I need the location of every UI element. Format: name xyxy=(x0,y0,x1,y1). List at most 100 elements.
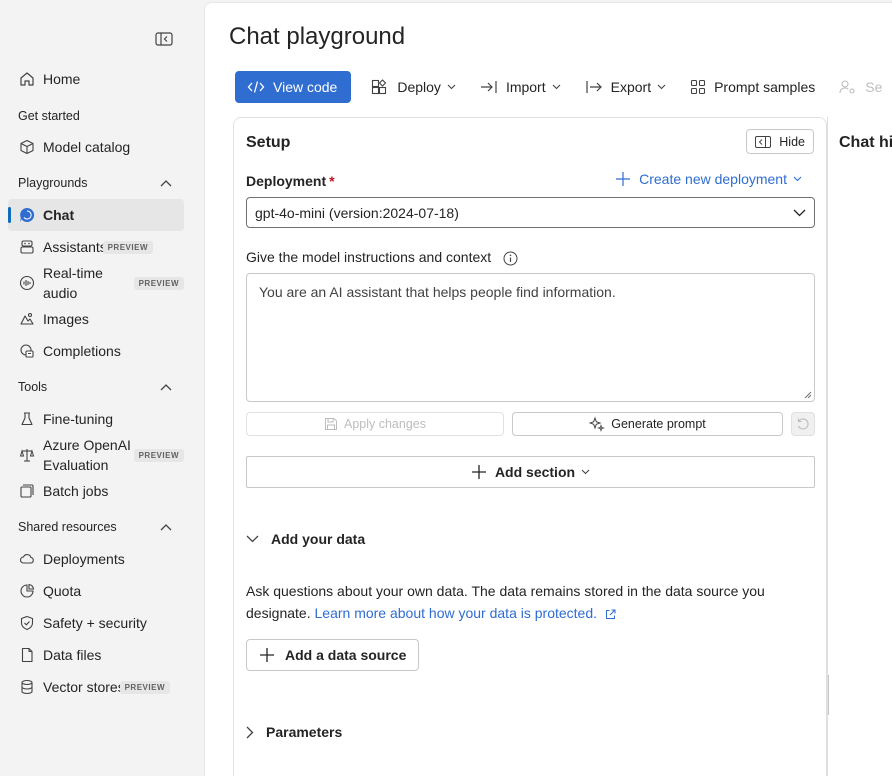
document-icon xyxy=(18,646,36,664)
main-content: Chat playground View code Deploy Import … xyxy=(204,2,892,776)
add-data-source-button[interactable]: Add a data source xyxy=(246,639,420,671)
deployment-select-value: gpt-4o-mini (version:2024-07-18) xyxy=(255,204,459,221)
deploy-menu-button[interactable]: Deploy xyxy=(361,71,466,103)
sidebar-item-real-time-audio[interactable]: Real-time audio PREVIEW xyxy=(8,263,184,303)
preview-badge: PREVIEW xyxy=(119,680,170,694)
page-title: Chat playground xyxy=(229,23,406,50)
section-tools[interactable]: Tools xyxy=(18,380,172,394)
panel-collapse-icon xyxy=(155,32,173,46)
sidebar-item-safety-security[interactable]: Safety + security xyxy=(8,607,184,639)
prompt-samples-button[interactable]: Prompt samples xyxy=(680,71,825,103)
undo-icon xyxy=(796,417,810,431)
create-new-deployment-link[interactable]: Create new deployment xyxy=(615,171,802,187)
sidebar-item-azure-openai-evaluation[interactable]: Azure OpenAI Evaluation PREVIEW xyxy=(8,435,184,475)
chevron-down-icon xyxy=(793,209,806,217)
sidebar-item-fine-tuning[interactable]: Fine-tuning xyxy=(8,403,184,435)
import-menu-button[interactable]: Import xyxy=(470,71,571,103)
chevron-right-icon xyxy=(246,726,254,739)
plus-icon xyxy=(615,171,631,187)
section-get-started: Get started xyxy=(18,109,80,123)
flask-icon xyxy=(18,410,36,428)
sidebar: Home Get started Model catalog Playgroun… xyxy=(0,0,204,776)
sidebar-item-label: Quota xyxy=(43,583,82,599)
sidebar-item-batch-jobs[interactable]: Batch jobs xyxy=(8,475,184,507)
audio-icon xyxy=(18,274,36,292)
preview-badge: PREVIEW xyxy=(133,448,184,462)
setup-title: Setup xyxy=(246,134,291,151)
preview-badge: PREVIEW xyxy=(133,276,184,290)
deployment-label: Deployment * xyxy=(246,173,335,189)
generate-prompt-button[interactable]: Generate prompt xyxy=(512,412,783,436)
cube-icon xyxy=(18,138,36,156)
import-icon xyxy=(480,80,498,94)
section-playgrounds[interactable]: Playgrounds xyxy=(18,176,172,190)
batch-icon xyxy=(18,482,36,500)
sidebar-item-label: Batch jobs xyxy=(43,483,109,499)
settings-icon xyxy=(839,79,857,95)
chevron-down-icon xyxy=(447,84,456,90)
chevron-up-icon xyxy=(160,384,172,391)
sidebar-item-label: Vector stores xyxy=(43,679,125,695)
chat-icon xyxy=(18,206,36,224)
external-link-icon xyxy=(605,609,616,620)
hide-setup-button[interactable]: Hide xyxy=(746,129,814,154)
sidebar-item-home[interactable]: Home xyxy=(8,63,184,95)
add-your-data-description: Ask questions about your own data. The d… xyxy=(246,583,765,621)
plus-icon xyxy=(471,464,487,480)
chevron-down-icon xyxy=(581,469,590,475)
chevron-up-icon xyxy=(160,180,172,187)
sidebar-item-chat[interactable]: Chat xyxy=(8,199,184,231)
sidebar-item-deployments[interactable]: Deployments xyxy=(8,543,184,575)
required-marker: * xyxy=(329,173,335,189)
resize-grip-icon[interactable] xyxy=(804,391,812,399)
sparkle-icon xyxy=(589,416,606,432)
add-section-button[interactable]: Add section xyxy=(246,456,815,488)
deploy-icon xyxy=(371,79,389,95)
sidebar-item-model-catalog[interactable]: Model catalog xyxy=(8,131,184,163)
cloud-icon xyxy=(18,550,36,568)
reset-button[interactable] xyxy=(791,412,815,436)
section-shared-resources[interactable]: Shared resources xyxy=(18,520,172,534)
vector-store-icon xyxy=(18,678,36,696)
info-icon[interactable] xyxy=(503,251,518,266)
instructions-label: Give the model instructions and context xyxy=(246,249,518,266)
sidebar-item-label: Home xyxy=(43,71,81,87)
sidebar-item-vector-stores[interactable]: Vector stores PREVIEW xyxy=(8,671,184,703)
apply-changes-button[interactable]: Apply changes xyxy=(246,412,504,436)
sidebar-item-assistants[interactable]: Assistants PREVIEW xyxy=(8,231,184,263)
parameters-toggle[interactable]: Parameters xyxy=(246,724,342,740)
toolbar: View code Deploy Import Export Prompt sa… xyxy=(235,70,892,104)
chevron-up-icon xyxy=(160,524,172,531)
code-icon xyxy=(247,80,265,94)
sidebar-item-label: Model catalog xyxy=(43,139,131,155)
sidebar-item-label: Safety + security xyxy=(43,615,147,631)
sidebar-item-label: Assistants xyxy=(43,239,107,255)
settings-button[interactable]: Se xyxy=(829,71,892,103)
deployment-select[interactable]: gpt-4o-mini (version:2024-07-18) xyxy=(246,197,815,228)
image-icon xyxy=(18,310,36,328)
completions-icon xyxy=(18,342,36,360)
chevron-down-icon xyxy=(793,176,802,182)
export-menu-button[interactable]: Export xyxy=(575,71,676,103)
sidebar-item-label-line1: Real-time xyxy=(43,265,103,281)
sidebar-item-label-line2: Evaluation xyxy=(43,457,109,473)
sidebar-item-label-line2: audio xyxy=(43,285,78,301)
export-icon xyxy=(585,80,603,94)
add-your-data-toggle[interactable]: Add your data xyxy=(246,531,365,547)
system-message-value: You are an AI assistant that helps peopl… xyxy=(259,284,616,300)
data-protection-link[interactable]: Learn more about how your data is protec… xyxy=(315,605,616,621)
sidebar-item-data-files[interactable]: Data files xyxy=(8,639,184,671)
collapse-sidebar-button[interactable] xyxy=(154,30,174,48)
sidebar-item-label: Data files xyxy=(43,647,102,663)
sidebar-item-label: Fine-tuning xyxy=(43,411,114,427)
view-code-button[interactable]: View code xyxy=(235,71,352,103)
save-icon xyxy=(324,417,338,431)
scale-icon xyxy=(18,446,36,464)
system-message-textarea[interactable]: You are an AI assistant that helps peopl… xyxy=(246,273,815,402)
chevron-down-icon xyxy=(657,84,666,90)
sidebar-item-completions[interactable]: Completions xyxy=(8,335,184,367)
sidebar-item-label: Chat xyxy=(43,207,75,223)
sidebar-item-quota[interactable]: Quota xyxy=(8,575,184,607)
assistants-icon xyxy=(18,238,36,256)
sidebar-item-images[interactable]: Images xyxy=(8,303,184,335)
